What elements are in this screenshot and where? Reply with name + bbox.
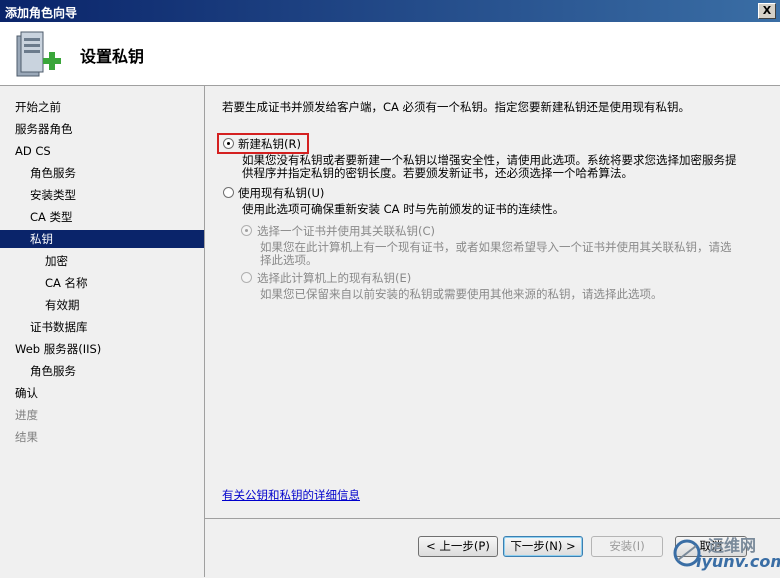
step-before-you-begin[interactable]: 开始之前: [0, 98, 204, 116]
step-adcs-role-services[interactable]: 角色服务: [0, 164, 204, 182]
install-button: 安装(I): [591, 536, 663, 557]
step-web-server-iis[interactable]: Web 服务器(IIS): [0, 340, 204, 358]
window-title: 添加角色向导: [5, 6, 78, 20]
server-add-icon: [16, 31, 61, 77]
select-certificate-label[interactable]: 选择一个证书并使用其关联私钥(C): [257, 223, 435, 239]
step-ca-type[interactable]: CA 类型: [0, 208, 204, 226]
existing-private-key-desc: 使用此选项可确保重新安装 CA 时与先前颁发的证书的连续性。: [242, 202, 565, 216]
existing-private-key-label[interactable]: 使用现有私钥(U): [238, 185, 324, 201]
select-existing-key-radio[interactable]: [241, 272, 252, 283]
step-ad-cs[interactable]: AD CS: [0, 142, 204, 160]
close-button[interactable]: X: [758, 3, 776, 19]
step-cryptography[interactable]: 加密: [0, 252, 204, 270]
select-existing-key-desc: 如果您已保留来自以前安装的私钥或需要使用其他来源的私钥，请选择此选项。: [260, 287, 663, 301]
next-button[interactable]: 下一步(N) >: [503, 536, 583, 557]
select-certificate-desc-line1: 如果您在此计算机上有一个现有证书，或者如果您希望导入一个证书并使用其关联私钥，请…: [260, 240, 732, 254]
step-ca-name[interactable]: CA 名称: [0, 274, 204, 292]
new-private-key-desc-line2: 供程序并指定私钥的密钥长度。若要颁发新证书，还必须选择一个哈希算法。: [242, 166, 633, 180]
select-existing-key-label[interactable]: 选择此计算机上的现有私钥(E): [257, 270, 411, 286]
key-details-link[interactable]: 有关公钥和私钥的详细信息: [222, 487, 360, 503]
step-validity-period[interactable]: 有效期: [0, 296, 204, 314]
select-certificate-radio[interactable]: [241, 225, 252, 236]
select-certificate-desc-line2: 择此选项。: [260, 253, 318, 267]
step-certificate-database[interactable]: 证书数据库: [0, 318, 204, 336]
step-iis-role-services[interactable]: 角色服务: [0, 362, 204, 380]
site-watermark: 运维网 iyunv.com: [672, 530, 780, 575]
wizard-steps-sidebar: 开始之前 服务器角色 AD CS 角色服务 安装类型 CA 类型 私钥 加密 C…: [0, 86, 205, 577]
wizard-header: 设置私钥: [0, 22, 780, 86]
page-title: 设置私钥: [80, 47, 145, 66]
wizard-content: 若要生成证书并颁发给客户端，CA 必须有一个私钥。指定您要新建私钥还是使用现有私…: [205, 86, 780, 516]
intro-text: 若要生成证书并颁发给客户端，CA 必须有一个私钥。指定您要新建私钥还是使用现有私…: [222, 100, 691, 114]
step-server-roles[interactable]: 服务器角色: [0, 120, 204, 138]
step-setup-type[interactable]: 安装类型: [0, 186, 204, 204]
new-private-key-radio[interactable]: [223, 138, 234, 149]
step-progress: 进度: [15, 408, 38, 422]
existing-private-key-radio[interactable]: [223, 187, 234, 198]
watermark-text-domain: iyunv.com: [696, 552, 780, 571]
new-private-key-label[interactable]: 新建私钥(R): [238, 136, 301, 152]
previous-button[interactable]: < 上一步(P): [418, 536, 498, 557]
step-confirmation[interactable]: 确认: [0, 384, 204, 402]
title-bar[interactable]: 添加角色向导 X: [0, 0, 780, 22]
add-roles-wizard-window: 添加角色向导 X 设置私钥 开始之前 服务器角色 AD CS 角色服务 安装类型…: [0, 0, 780, 578]
step-results: 结果: [15, 430, 38, 444]
step-private-key[interactable]: 私钥: [0, 230, 204, 248]
